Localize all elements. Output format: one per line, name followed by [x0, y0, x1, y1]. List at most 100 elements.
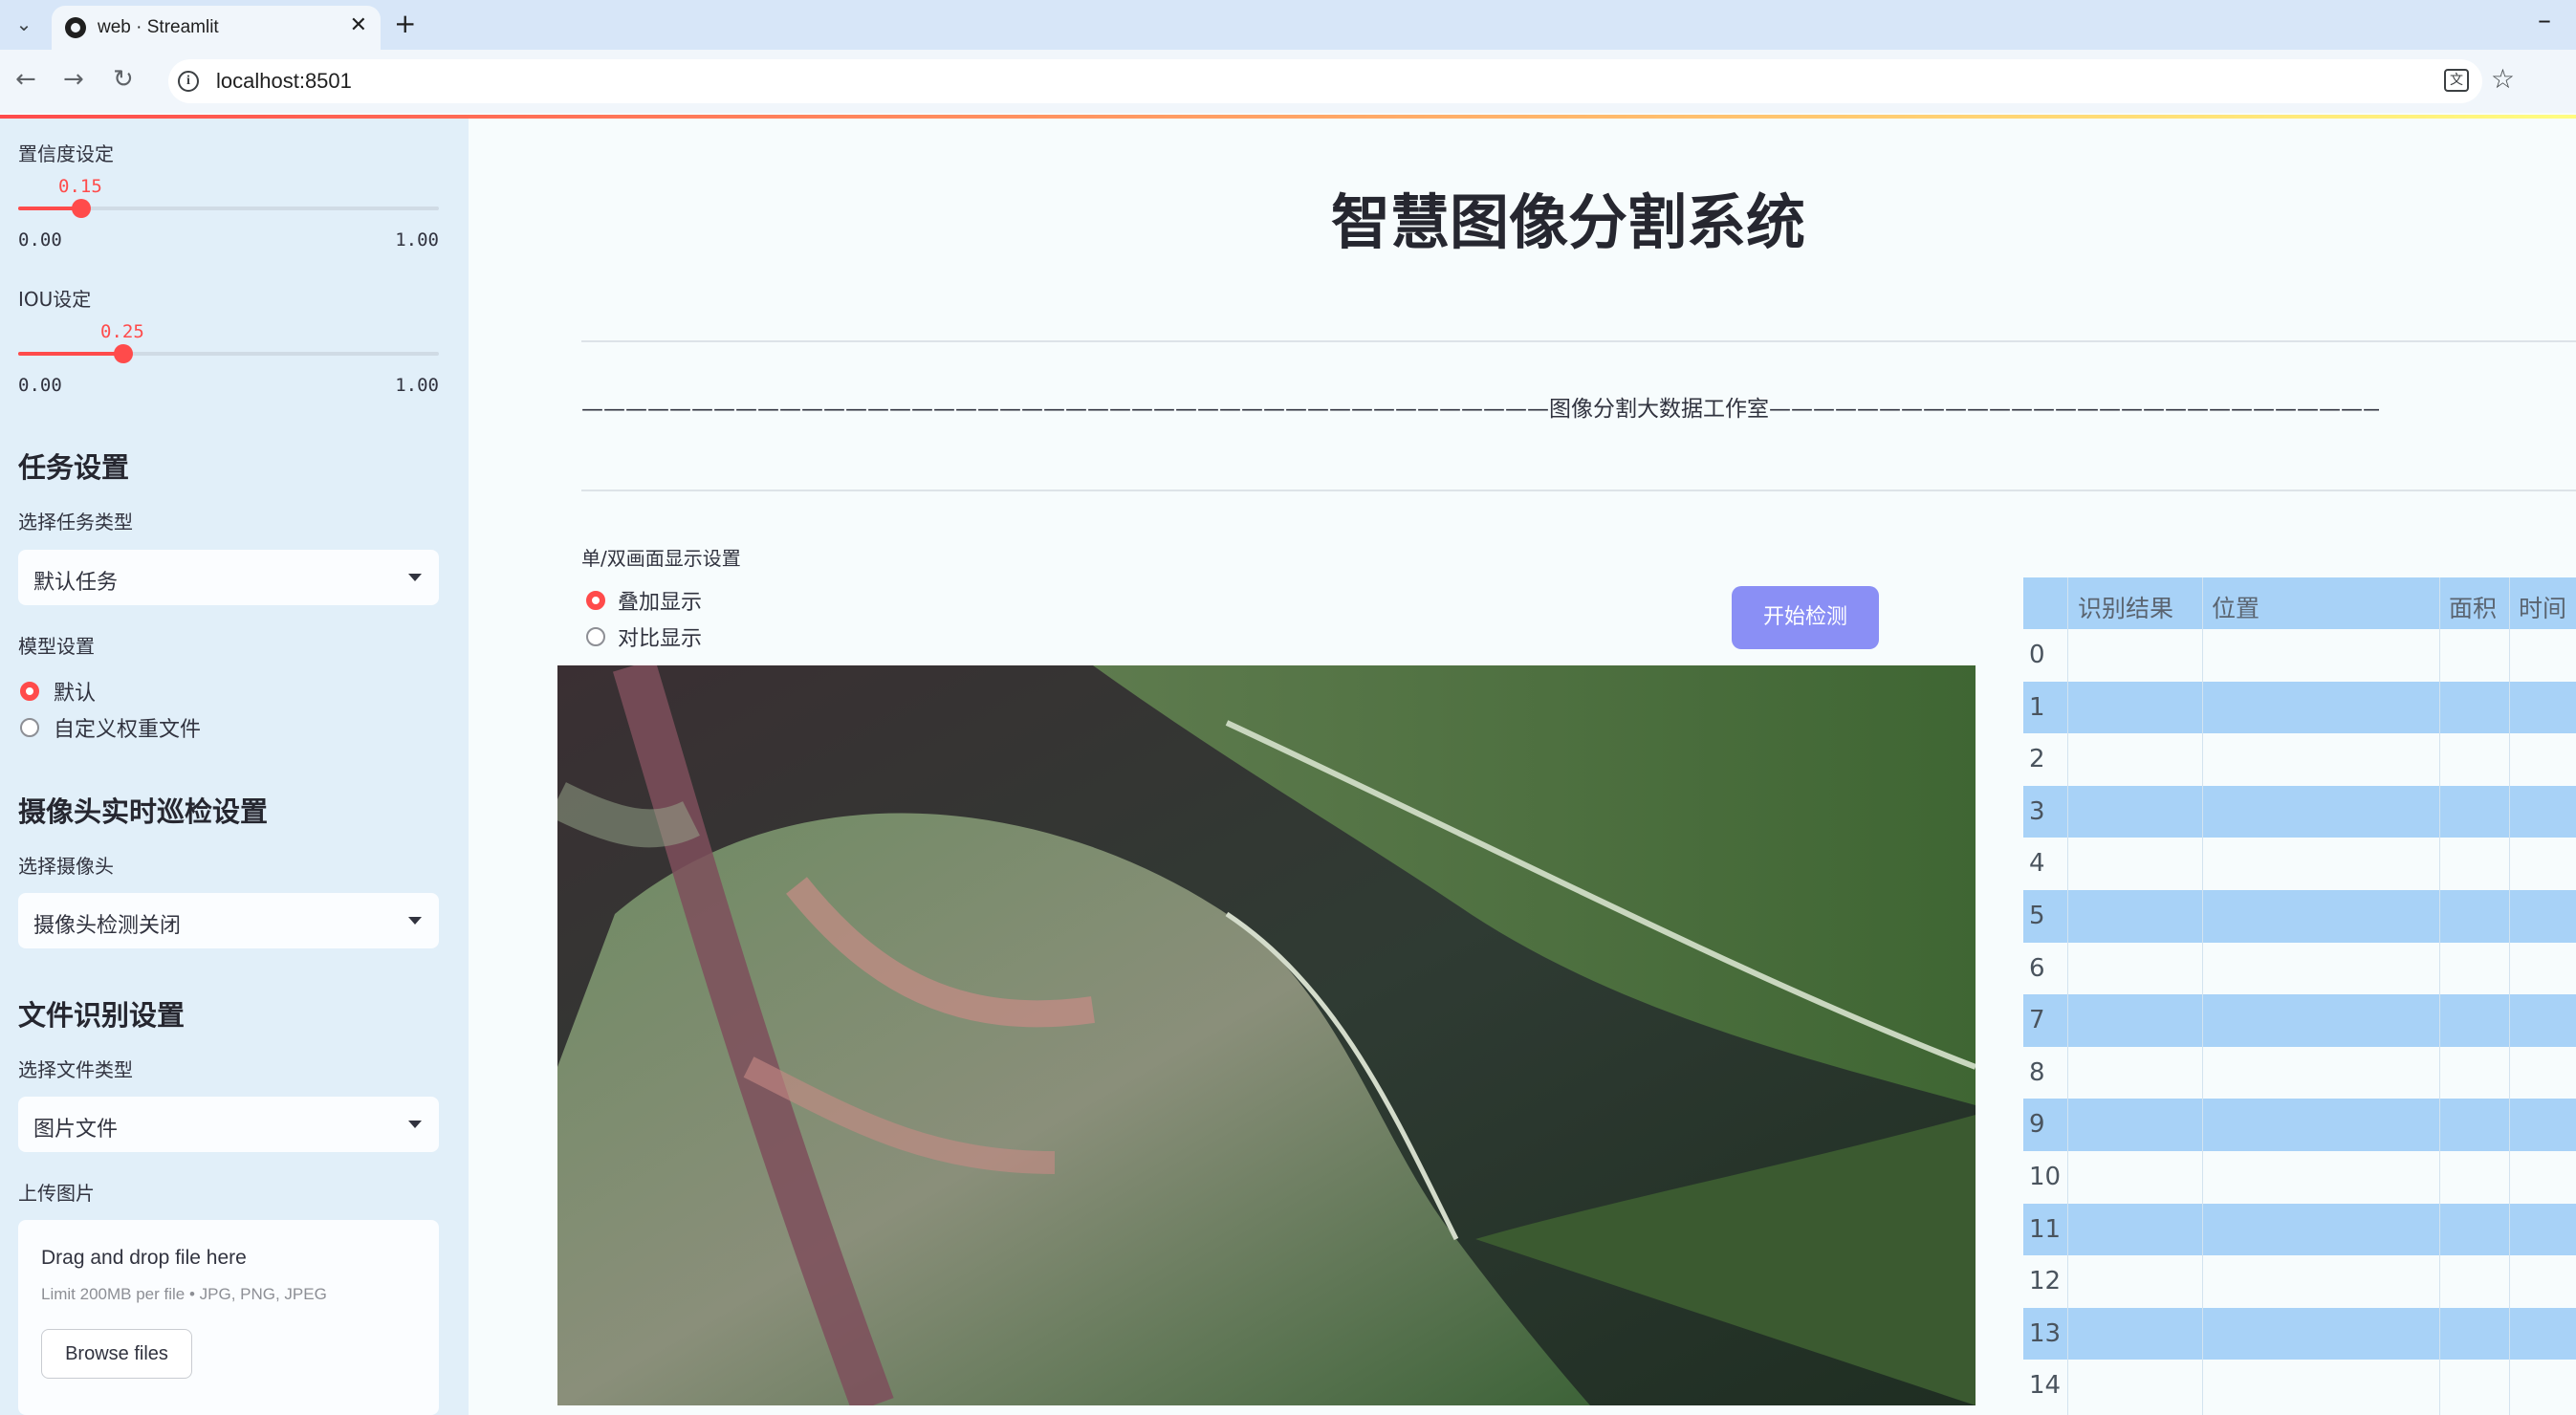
dropzone-limit: Limit 200MB per file • JPG, PNG, JPEG: [41, 1285, 327, 1303]
column-divider: [2439, 577, 2440, 1415]
row-index: 8: [2029, 1057, 2045, 1087]
file-type-select[interactable]: 图片文件: [18, 1097, 439, 1152]
leaf-photo: [557, 665, 1976, 1405]
browse-files-button[interactable]: Browse files: [41, 1329, 192, 1379]
task-settings-heading: 任务设置: [18, 451, 130, 484]
row-index: 14: [2029, 1371, 2062, 1401]
table-row[interactable]: 6: [2023, 942, 2576, 995]
compare-display-label[interactable]: 对比显示: [618, 621, 702, 652]
iou-slider[interactable]: 0.25 0.00 1.00: [18, 321, 439, 398]
table-row[interactable]: 0: [2023, 629, 2576, 682]
window-minimize-icon[interactable]: –: [2538, 4, 2551, 35]
file-type-value: 图片文件: [33, 1118, 119, 1142]
forward-arrow-icon[interactable]: →: [63, 65, 84, 94]
col-header-position[interactable]: 位置: [2212, 590, 2259, 624]
row-index: 1: [2029, 692, 2045, 722]
file-uploader-dropzone[interactable]: Drag and drop file here Limit 200MB per …: [18, 1220, 439, 1415]
iou-fill: [18, 352, 123, 356]
task-type-select[interactable]: 默认任务: [18, 550, 439, 605]
tab-search-chevron-icon[interactable]: ⌄: [10, 10, 38, 38]
table-row[interactable]: 7: [2023, 994, 2576, 1048]
model-default-radio[interactable]: [20, 682, 39, 701]
translate-icon[interactable]: 文: [2444, 69, 2469, 92]
table-row[interactable]: 11: [2023, 1203, 2576, 1256]
chevron-down-icon: [408, 1121, 422, 1128]
column-divider: [2067, 577, 2068, 1415]
confidence-label: 置信度设定: [18, 142, 114, 165]
camera-select[interactable]: 摄像头检测关闭: [18, 893, 439, 948]
back-arrow-icon[interactable]: ←: [15, 65, 36, 94]
row-index: 3: [2029, 796, 2045, 826]
site-info-icon[interactable]: i: [178, 71, 199, 92]
confidence-thumb[interactable]: [72, 199, 91, 218]
browser-address-bar: ← → ↻ i localhost:8501 文 ☆: [0, 50, 2576, 113]
chevron-down-icon: [408, 917, 422, 925]
new-tab-plus-icon[interactable]: +: [394, 8, 416, 39]
divider: [581, 340, 2576, 342]
start-detection-button[interactable]: 开始检测: [1732, 586, 1879, 649]
confidence-min: 0.00: [18, 229, 62, 250]
table-row[interactable]: 9: [2023, 1099, 2576, 1152]
row-index: 0: [2029, 641, 2045, 669]
row-index: 11: [2029, 1214, 2062, 1244]
dropzone-title: Drag and drop file here: [41, 1247, 247, 1269]
browser-tab[interactable]: web · Streamlit ✕: [52, 6, 381, 50]
tab-close-icon[interactable]: ✕: [350, 13, 367, 37]
table-row[interactable]: 14: [2023, 1360, 2576, 1413]
reload-icon[interactable]: ↻: [113, 65, 134, 94]
row-index: 13: [2029, 1318, 2062, 1348]
page-title: 智慧图像分割系统: [1331, 187, 1806, 257]
tab-title: web · Streamlit: [98, 17, 219, 37]
overlay-display-label[interactable]: 叠加显示: [618, 585, 702, 616]
table-row[interactable]: 13: [2023, 1307, 2576, 1361]
results-table[interactable]: 识别结果 位置 面积 时间 0 1 2 3 4 5 6 7 8 9 10 11 12 13 14: [2023, 577, 2576, 1415]
row-index: 6: [2029, 953, 2045, 983]
table-row[interactable]: 8: [2023, 1046, 2576, 1099]
model-custom-label[interactable]: 自定义权重文件: [54, 712, 201, 743]
upload-label: 上传图片: [18, 1182, 95, 1205]
url-text: localhost:8501: [216, 69, 352, 93]
confidence-track[interactable]: [18, 199, 439, 218]
model-custom-radio[interactable]: [20, 718, 39, 737]
table-row[interactable]: 4: [2023, 838, 2576, 891]
col-header-area[interactable]: 面积: [2449, 590, 2497, 624]
row-index: 12: [2029, 1267, 2062, 1296]
table-header: 识别结果 位置 面积 时间: [2023, 577, 2576, 629]
table-row[interactable]: 3: [2023, 785, 2576, 838]
display-mode-label: 单/双画面显示设置: [581, 547, 741, 570]
chevron-down-icon: [408, 574, 422, 581]
compare-display-radio[interactable]: [586, 627, 605, 646]
table-row[interactable]: 1: [2023, 681, 2576, 734]
col-header-time[interactable]: 时间: [2519, 590, 2566, 624]
streamlit-favicon-icon: [65, 17, 86, 38]
overlay-display-radio[interactable]: [586, 591, 605, 610]
confidence-max: 1.00: [395, 229, 439, 250]
table-row[interactable]: 10: [2023, 1151, 2576, 1204]
model-settings-label: 模型设置: [18, 635, 95, 658]
studio-banner: ————————————————————————————————————————…: [581, 397, 2379, 422]
bookmark-star-icon[interactable]: ☆: [2491, 63, 2515, 95]
confidence-slider[interactable]: 0.15 0.00 1.00: [18, 176, 439, 252]
table-row[interactable]: 5: [2023, 890, 2576, 943]
iou-label: IOU设定: [18, 288, 92, 311]
camera-settings-heading: 摄像头实时巡检设置: [18, 795, 269, 828]
file-type-label: 选择文件类型: [18, 1058, 133, 1081]
task-type-label: 选择任务类型: [18, 511, 133, 533]
detection-image: [557, 665, 1976, 1405]
divider: [581, 490, 2576, 491]
row-index: 7: [2029, 1006, 2045, 1035]
model-default-label[interactable]: 默认: [54, 676, 96, 707]
table-row[interactable]: 2: [2023, 733, 2576, 787]
url-input[interactable]: [168, 59, 2482, 103]
col-header-result[interactable]: 识别结果: [2078, 590, 2173, 624]
iou-value: 0.25: [100, 321, 144, 342]
row-index: 10: [2029, 1163, 2062, 1191]
iou-thumb[interactable]: [114, 344, 133, 363]
row-index: 4: [2029, 849, 2045, 879]
column-divider: [2202, 577, 2203, 1415]
row-index: 5: [2029, 902, 2045, 930]
camera-select-label: 选择摄像头: [18, 855, 114, 878]
table-row[interactable]: 12: [2023, 1255, 2576, 1309]
iou-track[interactable]: [18, 344, 439, 363]
column-divider: [2509, 577, 2510, 1415]
